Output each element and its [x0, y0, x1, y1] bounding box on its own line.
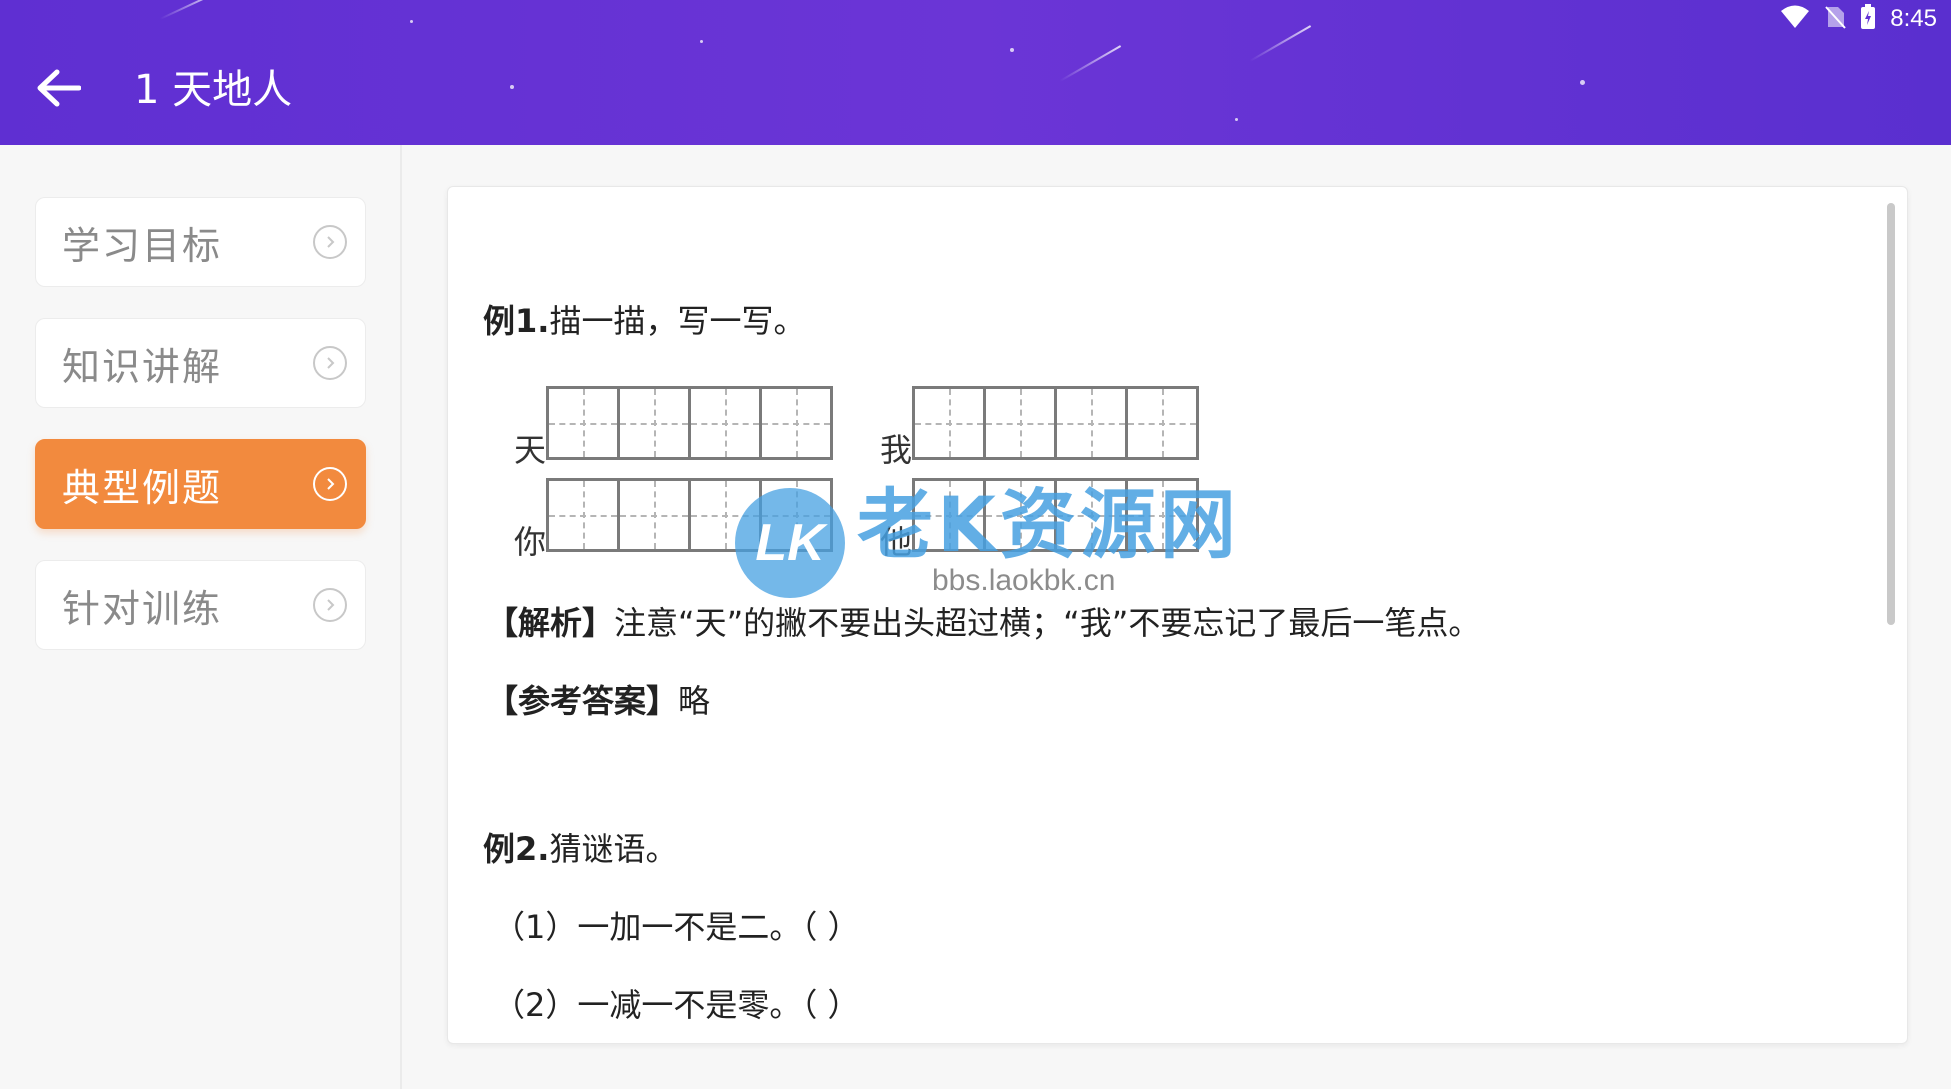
writing-grid [912, 478, 1199, 552]
sidebar-item-learning-goals[interactable]: 学习目标 [35, 197, 366, 287]
decor-streak [1249, 25, 1312, 62]
decor-star [410, 20, 413, 23]
grid-char: 天 [514, 431, 547, 469]
example2-question-1: （1）一加一不是二。（ ） [493, 908, 860, 946]
decor-star [700, 40, 703, 43]
grid-char: 我 [880, 431, 913, 469]
chevron-right-icon [313, 346, 347, 380]
chevron-right-icon [313, 467, 347, 501]
example1-prompt: 描一描，写一写。 [549, 302, 806, 340]
decor-star [510, 85, 514, 89]
writing-grid [546, 386, 833, 460]
page-title: 1 天地人 [134, 67, 293, 113]
example1-analysis: 【解析】注意“天”的撇不要出头超过横；“我”不要忘记了最后一笔点。 [486, 603, 1480, 643]
example2-prompt: 猜谜语。 [549, 830, 678, 868]
content-card[interactable]: 例1.描一描，写一写。 天 我 你 他 【解析】注意“天”的撇不要出头超过横；“… [447, 186, 1908, 1044]
sidebar-item-label: 典型例题 [62, 465, 223, 510]
grid-char: 他 [880, 523, 913, 561]
sidebar: 学习目标 知识讲解 典型例题 针对训练 [0, 145, 402, 1089]
app-header: 8:45 1 天地人 [0, 0, 1951, 145]
writing-grid [912, 386, 1199, 460]
answer-label: 【参考答案】 [486, 682, 679, 720]
example1-answer: 【参考答案】略 [486, 681, 710, 721]
writing-grid [546, 478, 833, 552]
decor-star [1010, 48, 1014, 52]
chevron-right-icon [313, 225, 347, 259]
grid-char: 你 [514, 523, 547, 561]
answer-text: 略 [678, 682, 711, 720]
sidebar-item-label: 知识讲解 [62, 344, 223, 389]
decor-streak [1059, 45, 1122, 82]
back-button[interactable] [30, 62, 86, 118]
example2-title: 例2.猜谜语。 [483, 829, 677, 869]
example1-heading: 例1. [483, 302, 550, 340]
status-time: 8:45 [1890, 5, 1937, 32]
sidebar-item-label: 学习目标 [62, 223, 223, 268]
no-sim-icon [1824, 5, 1847, 33]
example2-question-2: （2）一减一不是零。（ ） [493, 986, 860, 1024]
wifi-icon [1780, 5, 1810, 33]
decor-star [1235, 118, 1238, 121]
scrollbar[interactable] [1887, 203, 1895, 625]
example1-title: 例1.描一描，写一写。 [483, 301, 805, 341]
chevron-right-icon [313, 588, 347, 622]
sidebar-item-training[interactable]: 针对训练 [35, 560, 366, 650]
status-bar: 8:45 [1780, 2, 1937, 36]
sidebar-item-knowledge[interactable]: 知识讲解 [35, 318, 366, 408]
decor-star [1580, 80, 1585, 85]
example2-heading: 例2. [483, 830, 550, 868]
sidebar-item-examples[interactable]: 典型例题 [35, 439, 366, 529]
analysis-text: 注意“天”的撇不要出头超过横；“我”不要忘记了最后一笔点。 [614, 604, 1481, 642]
decor-streak [159, 0, 215, 20]
sidebar-item-label: 针对训练 [62, 586, 223, 631]
back-arrow-icon [35, 68, 82, 112]
battery-icon [1860, 4, 1876, 34]
analysis-label: 【解析】 [486, 604, 615, 642]
